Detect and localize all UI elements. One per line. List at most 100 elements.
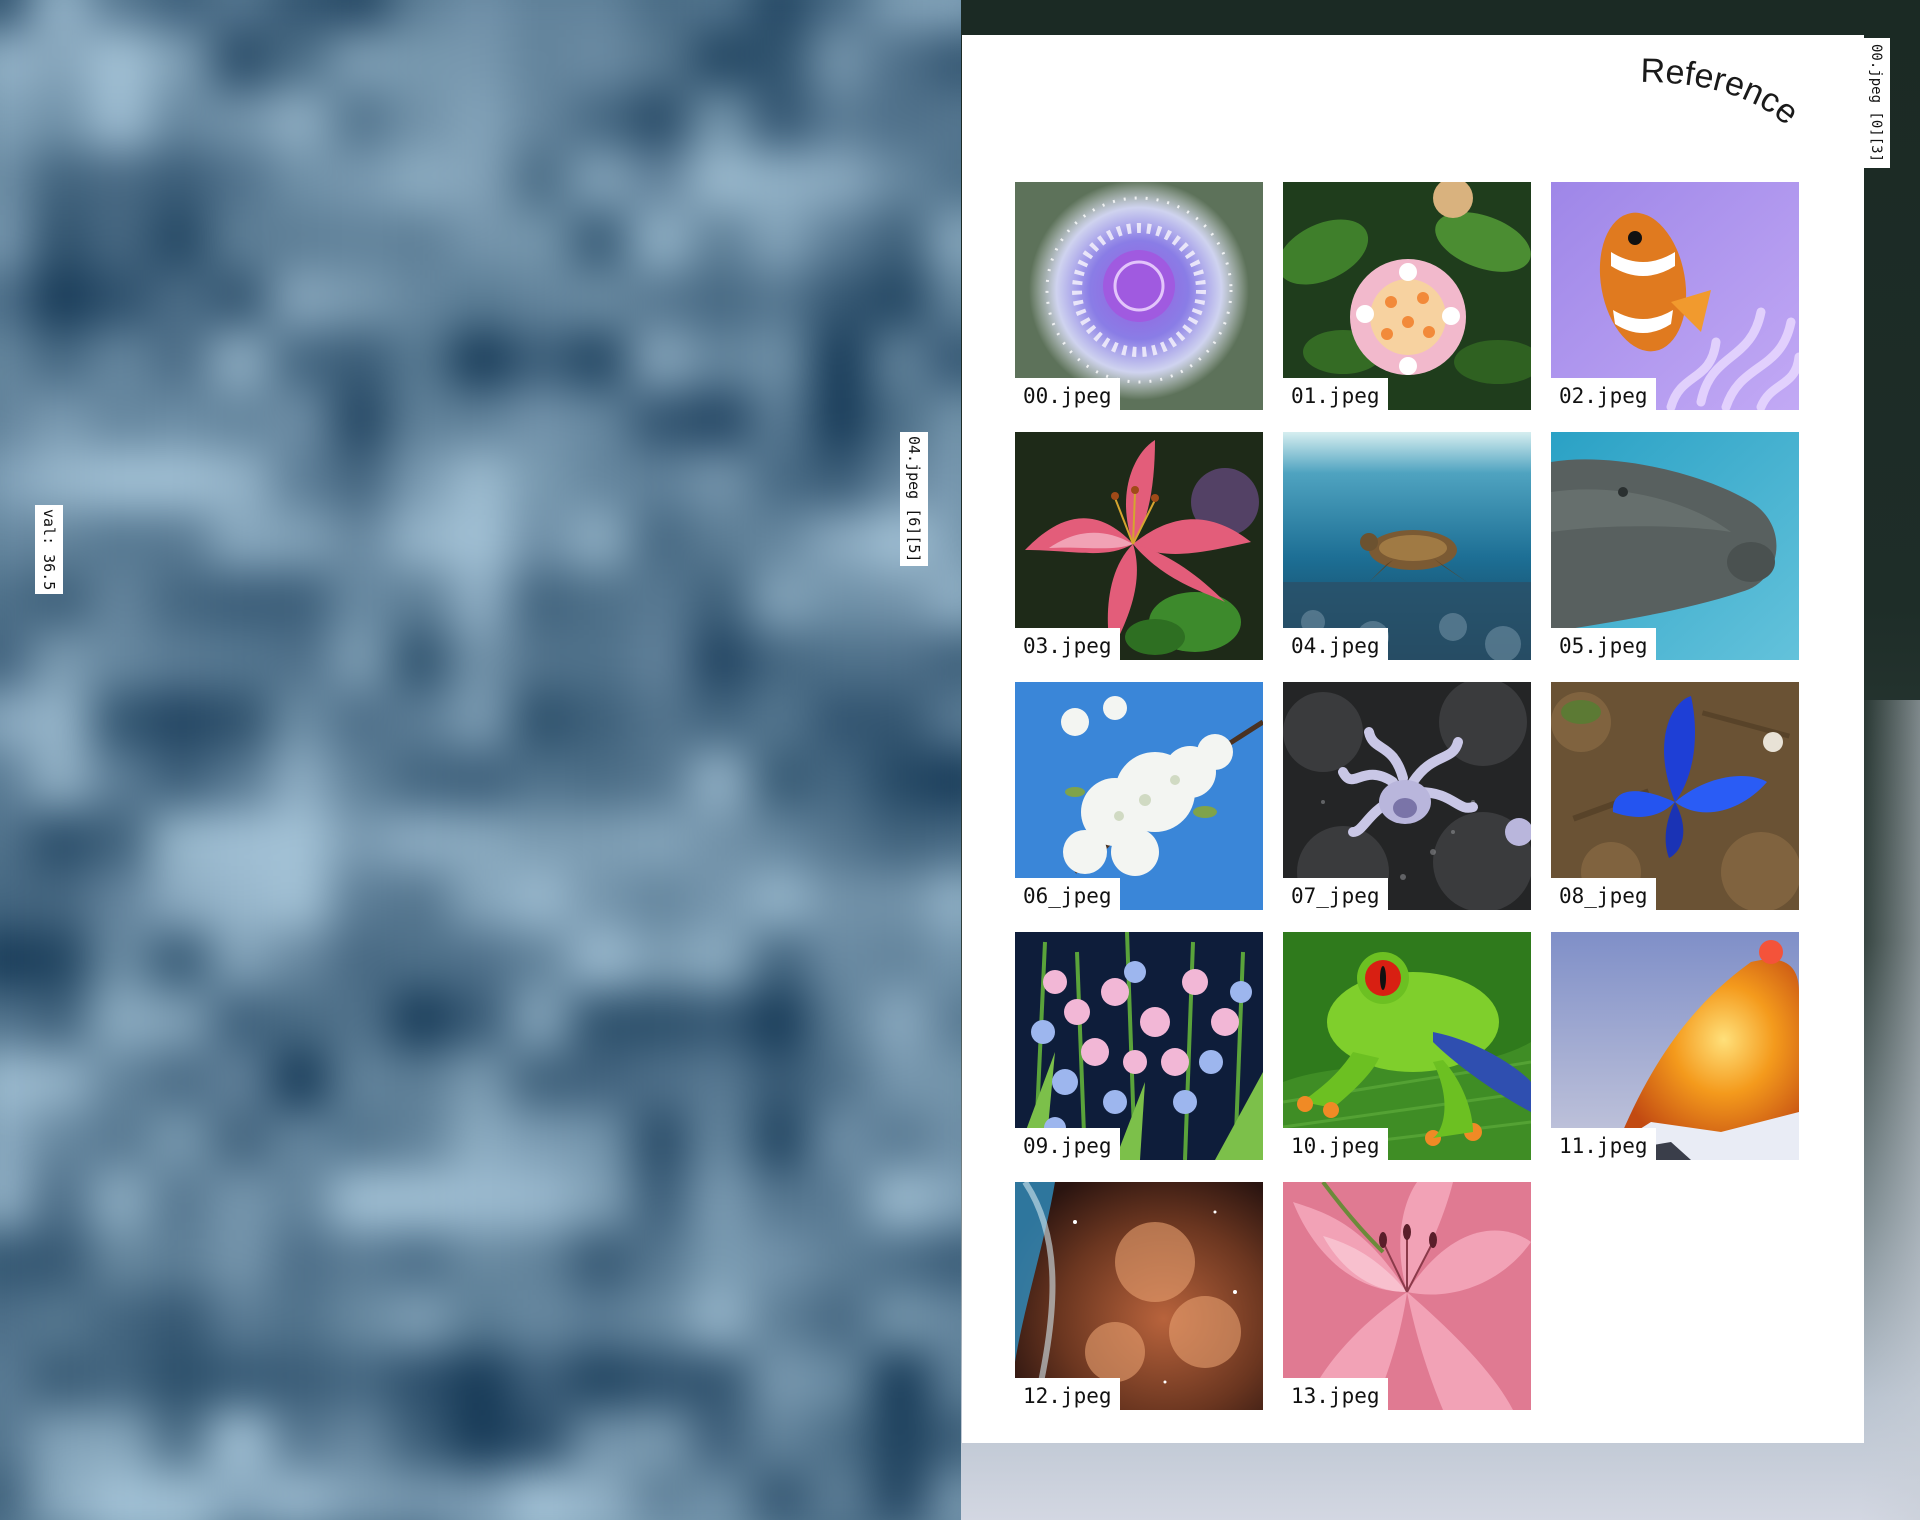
mosaic-cell bbox=[210, 510, 271, 571]
mosaic-cell bbox=[330, 810, 391, 871]
mosaic-cell bbox=[690, 0, 751, 31]
mosaic-cell bbox=[450, 1230, 511, 1291]
mosaic-cell bbox=[570, 1410, 631, 1471]
mosaic-cell bbox=[930, 1410, 961, 1471]
thumbnail-06[interactable]: 06_jpeg bbox=[1015, 682, 1263, 910]
mosaic-cell bbox=[510, 390, 571, 451]
mosaic-cell bbox=[750, 0, 811, 31]
mosaic-cell bbox=[390, 0, 451, 31]
mosaic-cell bbox=[390, 510, 451, 571]
mosaic-cell bbox=[690, 1170, 751, 1231]
mosaic-cell bbox=[930, 990, 961, 1051]
thumbnail-13[interactable]: 13.jpeg bbox=[1283, 1182, 1531, 1410]
lily-of-the-valley-image bbox=[1015, 932, 1263, 1160]
lily-image bbox=[1015, 432, 1263, 660]
octopus-image bbox=[1283, 682, 1531, 910]
mosaic-cell bbox=[30, 1350, 91, 1411]
mosaic-cell bbox=[390, 1230, 451, 1291]
thumbnail-11[interactable]: 11.jpeg bbox=[1551, 932, 1799, 1160]
thumbnail-02[interactable]: 02.jpeg bbox=[1551, 182, 1799, 410]
mosaic-cell bbox=[0, 1050, 31, 1111]
mosaic-cell bbox=[690, 390, 751, 451]
mosaic-cell bbox=[390, 1290, 451, 1351]
mosaic-cell bbox=[210, 90, 271, 151]
thumbnail-05[interactable]: 05.jpeg bbox=[1551, 432, 1799, 660]
mosaic-cell bbox=[510, 630, 571, 691]
mosaic-cell bbox=[330, 1410, 391, 1471]
mosaic-cell bbox=[510, 450, 571, 511]
mosaic-cell bbox=[930, 630, 961, 691]
mosaic-cell bbox=[330, 270, 391, 331]
mosaic-cell bbox=[90, 330, 151, 391]
mosaic-cell bbox=[90, 1230, 151, 1291]
thumbnail-04[interactable]: 04.jpeg bbox=[1283, 432, 1531, 660]
mosaic-cell bbox=[330, 1110, 391, 1171]
mosaic-cell bbox=[690, 1350, 751, 1411]
thumbnail-07[interactable]: 07_jpeg bbox=[1283, 682, 1531, 910]
mosaic-cell bbox=[930, 90, 961, 151]
mosaic-cell bbox=[210, 1290, 271, 1351]
mosaic-cell bbox=[570, 330, 631, 391]
mosaic-cell bbox=[570, 30, 631, 91]
mosaic-cell bbox=[690, 1290, 751, 1351]
mosaic-cell bbox=[390, 1350, 451, 1411]
mosaic-cell bbox=[690, 270, 751, 331]
manatee-image bbox=[1551, 432, 1799, 660]
mosaic-cell bbox=[0, 870, 31, 931]
mosaic-cell bbox=[450, 870, 511, 931]
pixel-value-tag: val: 36.5 bbox=[35, 505, 63, 595]
thumbnail-00[interactable]: 00.jpeg bbox=[1015, 182, 1263, 410]
mosaic-cell bbox=[750, 630, 811, 691]
mosaic-cell bbox=[750, 1290, 811, 1351]
thumbnail-03[interactable]: 03.jpeg bbox=[1015, 432, 1263, 660]
mosaic-cell bbox=[450, 810, 511, 871]
mosaic-cell bbox=[270, 1290, 331, 1351]
reference-position-tag: 00.jpeg [0][3] bbox=[1862, 38, 1890, 169]
mosaic-cell bbox=[570, 990, 631, 1051]
mosaic-cell bbox=[510, 30, 571, 91]
mosaic-cell bbox=[90, 30, 151, 91]
mosaic-cell bbox=[330, 0, 391, 31]
mosaic-cell bbox=[210, 390, 271, 451]
mosaic-cell bbox=[270, 270, 331, 331]
mosaic-cell bbox=[570, 1050, 631, 1111]
mosaic-cell bbox=[810, 1470, 871, 1520]
mosaic-cell bbox=[690, 1110, 751, 1171]
mosaic-cell bbox=[150, 1350, 211, 1411]
mosaic-cell bbox=[690, 210, 751, 271]
mosaic-cell bbox=[90, 690, 151, 751]
mosaic-cell bbox=[90, 0, 151, 31]
mosaic-cell bbox=[330, 330, 391, 391]
mosaic-cell bbox=[870, 630, 931, 691]
mosaic-cell bbox=[510, 1470, 571, 1520]
mosaic-cell bbox=[750, 30, 811, 91]
mosaic-cell bbox=[90, 150, 151, 211]
mosaic-cell bbox=[150, 270, 211, 331]
mosaic-cell bbox=[270, 930, 331, 991]
zoomed-image-view[interactable]: val: 36.5 04.jpeg [6][5] bbox=[0, 0, 961, 1520]
thumbnail-09[interactable]: 09.jpeg bbox=[1015, 932, 1263, 1160]
mosaic-cell bbox=[390, 1110, 451, 1171]
mosaic-cell bbox=[0, 570, 31, 631]
mosaic-cell bbox=[90, 390, 151, 451]
mosaic-cell bbox=[150, 690, 211, 751]
mosaic-cell bbox=[690, 510, 751, 571]
mosaic-cell bbox=[750, 270, 811, 331]
mosaic-cell bbox=[210, 1230, 271, 1291]
mosaic-cell bbox=[510, 690, 571, 751]
mosaic-cell bbox=[330, 750, 391, 811]
mosaic-cell bbox=[810, 1230, 871, 1291]
thumbnail-08[interactable]: 08_jpeg bbox=[1551, 682, 1799, 910]
mosaic-cell bbox=[810, 930, 871, 991]
mosaic-cell bbox=[0, 0, 31, 31]
mosaic-cell bbox=[630, 1290, 691, 1351]
thumbnail-10[interactable]: 10.jpeg bbox=[1283, 932, 1531, 1160]
thumbnail-12[interactable]: 12.jpeg bbox=[1015, 1182, 1263, 1410]
mosaic-cell bbox=[630, 150, 691, 211]
mosaic-cell bbox=[90, 450, 151, 511]
mosaic-cell bbox=[30, 1230, 91, 1291]
mosaic-cell bbox=[150, 330, 211, 391]
thumbnail-01[interactable]: 01.jpeg bbox=[1283, 182, 1531, 410]
mosaic-cell bbox=[930, 690, 961, 751]
mosaic-cell bbox=[570, 750, 631, 811]
